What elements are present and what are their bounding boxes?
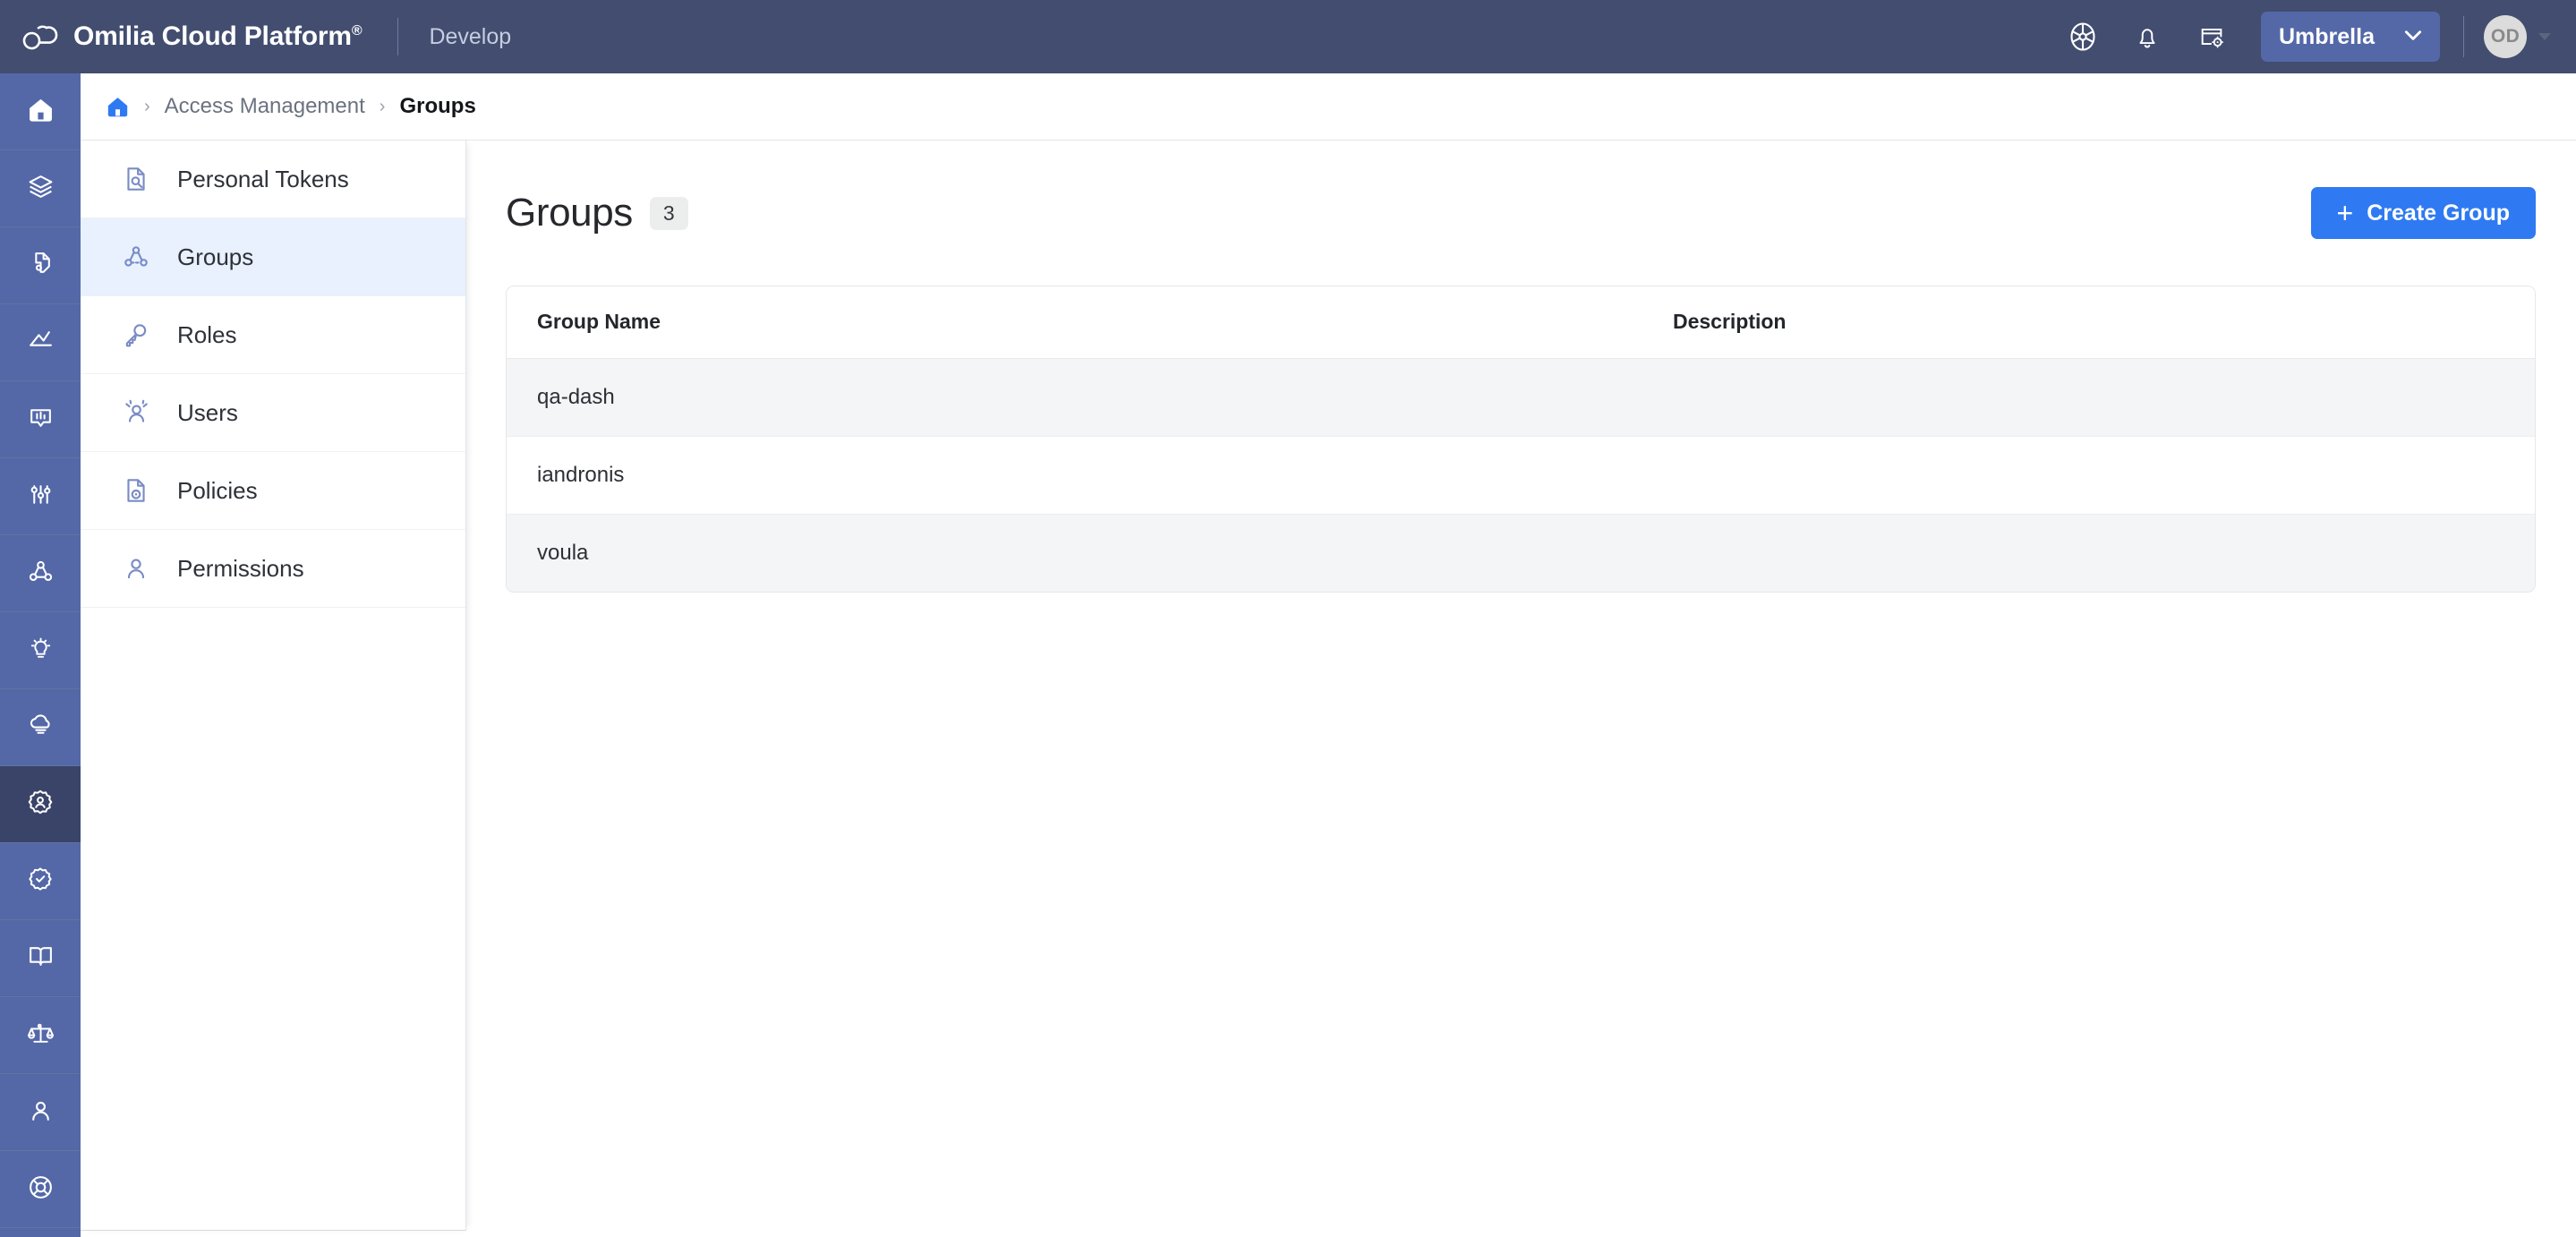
lightbulb-icon <box>27 635 55 667</box>
rail-item-help[interactable] <box>0 1151 81 1228</box>
access-management-subnav: Personal Tokens Groups Roles Users Polic… <box>81 141 466 1231</box>
rail-item-flows[interactable] <box>0 535 81 612</box>
person-icon <box>27 1096 55 1129</box>
header-divider-right <box>2463 16 2464 57</box>
rail-item-tuning[interactable] <box>0 458 81 535</box>
home-icon <box>27 96 55 128</box>
gear-person-icon <box>26 788 55 821</box>
avatar[interactable]: OD <box>2484 15 2527 58</box>
policy-doc-icon <box>118 473 154 508</box>
token-doc-icon <box>118 161 154 197</box>
cell-description <box>1642 514 2535 592</box>
create-group-label: Create Group <box>2367 200 2510 226</box>
speech-meter-icon <box>27 404 55 436</box>
scales-icon <box>27 1019 55 1052</box>
layers-icon <box>27 173 55 205</box>
breadcrumb-item-groups: Groups <box>399 94 476 118</box>
groups-icon <box>118 239 154 275</box>
column-header-group-name[interactable]: Group Name <box>507 286 1642 359</box>
sidebar-item-label: Permissions <box>177 554 304 582</box>
rail-item-layers[interactable] <box>0 150 81 227</box>
sidebar-item-permissions[interactable]: Permissions <box>81 530 465 608</box>
cell-group-name: voula <box>507 514 1642 592</box>
rail-item-tag[interactable] <box>0 227 81 304</box>
sliders-icon <box>27 481 55 513</box>
app-root: Omilia Cloud Platform® Develop Umbrella … <box>0 0 2576 1237</box>
book-open-icon <box>27 943 55 975</box>
cell-description <box>1642 436 2535 515</box>
groups-table: Group Name Description qa-dash iandronis… <box>506 286 2536 593</box>
rail-item-home[interactable] <box>0 73 81 150</box>
sidebar-item-roles[interactable]: Roles <box>81 296 465 374</box>
create-group-button[interactable]: + Create Group <box>2310 187 2536 239</box>
rail-item-conversations[interactable] <box>0 381 81 458</box>
badge-check-icon <box>26 865 55 898</box>
cell-group-name: iandronis <box>507 436 1642 515</box>
breadcrumb-separator: › <box>144 96 150 116</box>
header-divider <box>397 18 399 55</box>
groups-count-badge: 3 <box>649 196 688 230</box>
users-icon <box>118 395 154 431</box>
bell-icon[interactable] <box>2127 16 2168 57</box>
key-icon <box>118 317 154 353</box>
tenant-label: Umbrella <box>2279 23 2375 49</box>
rail-item-docs[interactable] <box>0 920 81 997</box>
rail-item-profile[interactable] <box>0 1074 81 1151</box>
sidebar-item-policies[interactable]: Policies <box>81 452 465 530</box>
rail-item-analytics[interactable] <box>0 304 81 381</box>
home-icon[interactable] <box>106 95 130 119</box>
lifebuoy-icon <box>27 1173 55 1206</box>
header-actions: Umbrella OD <box>2062 0 2576 73</box>
table-body: qa-dash iandronis voula <box>507 358 2535 592</box>
page-header: Groups 3 + Create Group <box>466 141 2576 239</box>
support-wheel-icon[interactable] <box>2062 16 2103 57</box>
brand[interactable]: Omilia Cloud Platform® <box>0 19 363 55</box>
column-header-description[interactable]: Description <box>1642 286 2535 359</box>
breadcrumb: › Access Management › Groups <box>81 73 2576 141</box>
page-title: Groups <box>506 191 633 235</box>
sidebar-item-label: Groups <box>177 243 254 270</box>
rail-item-access-management[interactable] <box>0 766 81 843</box>
sidebar-item-groups[interactable]: Groups <box>81 218 465 296</box>
rail-item-cloud[interactable] <box>0 689 81 766</box>
sidebar-item-users[interactable]: Users <box>81 374 465 452</box>
breadcrumb-item-access-management[interactable]: Access Management <box>165 94 365 119</box>
tenant-selector[interactable]: Umbrella <box>2261 12 2440 62</box>
table-row[interactable]: voula <box>507 514 2535 592</box>
rail-item-compliance[interactable] <box>0 997 81 1074</box>
rail-item-quality[interactable] <box>0 843 81 920</box>
table-row[interactable]: iandronis <box>507 436 2535 515</box>
environment-label[interactable]: Develop <box>429 24 511 50</box>
icon-rail <box>0 73 81 1237</box>
brand-title: Omilia Cloud Platform® <box>73 21 363 51</box>
cell-description <box>1642 358 2535 437</box>
chevron-down-icon <box>2402 24 2424 50</box>
app-settings-icon[interactable] <box>2191 16 2232 57</box>
top-header: Omilia Cloud Platform® Develop Umbrella … <box>0 0 2576 73</box>
caret-down-icon[interactable] <box>2538 33 2551 40</box>
table-row[interactable]: qa-dash <box>507 358 2535 437</box>
sidebar-item-label: Users <box>177 398 238 426</box>
plus-icon: + <box>2336 197 2354 229</box>
chart-line-icon <box>27 327 55 359</box>
rail-item-insights[interactable] <box>0 612 81 689</box>
cloud-icon <box>27 712 55 744</box>
person-icon <box>118 550 154 586</box>
sidebar-item-label: Policies <box>177 476 258 504</box>
cloud-logo-icon <box>20 19 61 55</box>
breadcrumb-separator: › <box>379 96 386 116</box>
sidebar-item-label: Roles <box>177 320 237 348</box>
main-content: Groups 3 + Create Group Group Name Descr… <box>466 141 2576 1237</box>
sidebar-item-personal-tokens[interactable]: Personal Tokens <box>81 141 465 218</box>
cell-group-name: qa-dash <box>507 358 1642 437</box>
tag-3d-icon <box>27 250 55 282</box>
table-header-row: Group Name Description <box>507 286 2535 359</box>
sidebar-item-label: Personal Tokens <box>177 165 349 192</box>
node-graph-icon <box>27 558 55 590</box>
